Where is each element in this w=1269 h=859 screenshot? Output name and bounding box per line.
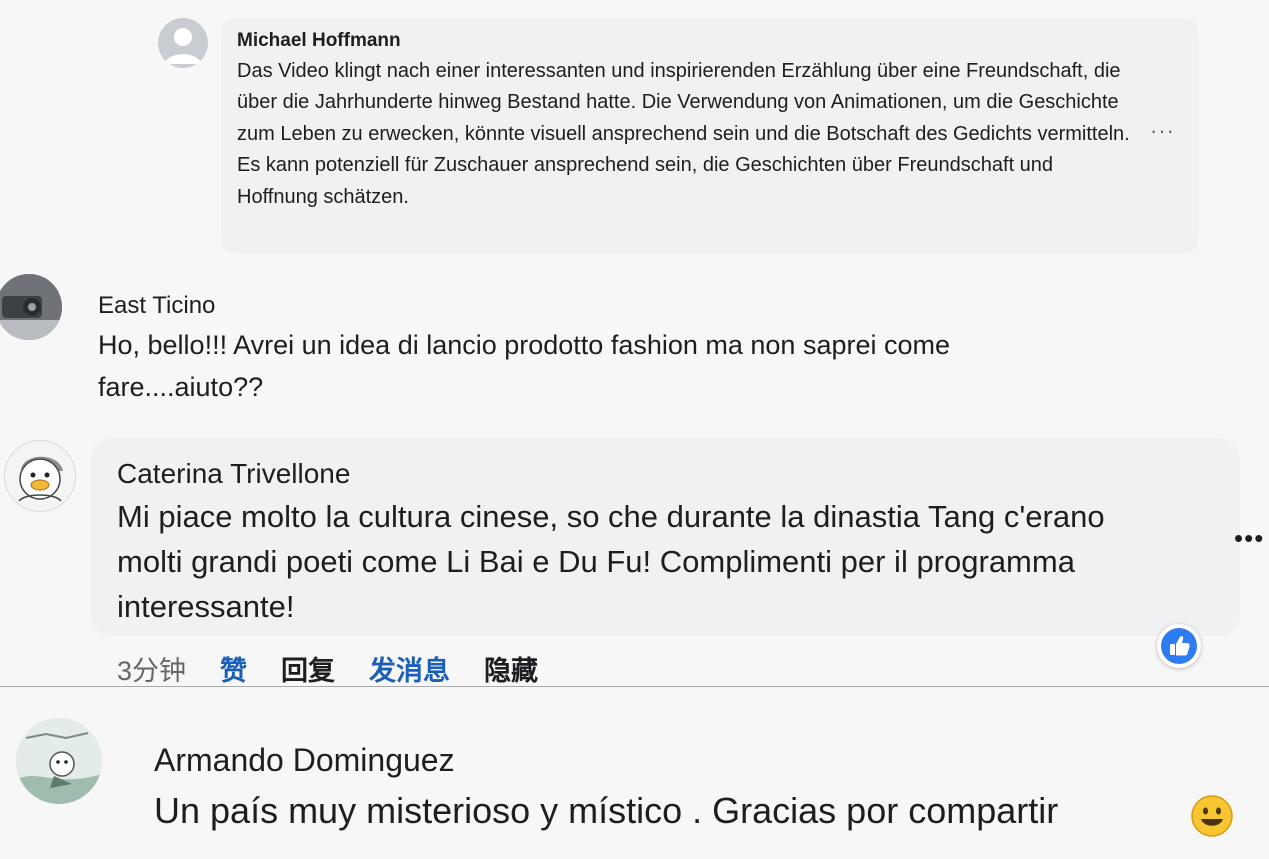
comment-text: Un país muy misterioso y místico . Graci…: [154, 790, 1059, 831]
comment-text: Ho, bello!!! Avrei un idea di lancio pro…: [98, 330, 951, 402]
comment-actions: 3分钟 赞 回复 发消息 隐藏: [117, 648, 538, 688]
avatar[interactable]: [4, 440, 76, 512]
hide-button[interactable]: 隐藏: [484, 649, 538, 688]
message-button[interactable]: 发消息: [369, 649, 450, 688]
comment-author[interactable]: East Ticino: [98, 292, 215, 320]
avatar[interactable]: [158, 18, 208, 68]
comment-author[interactable]: Caterina Trivellone: [117, 458, 350, 490]
more-options-button[interactable]: ···: [1150, 118, 1175, 144]
comment-author[interactable]: Michael Hoffmann: [237, 30, 401, 52]
comment-text: Das Video klingt nach einer interessante…: [237, 60, 1130, 208]
like-button[interactable]: 赞: [220, 649, 247, 688]
comment-timestamp[interactable]: 3分钟: [117, 649, 186, 688]
default-user-avatar-icon: [165, 28, 201, 64]
illustration-avatar-icon: [16, 718, 102, 804]
like-thumb-icon: [1161, 628, 1197, 664]
comment-text: Mi piace molto la cultura cinese, so che…: [117, 499, 1105, 624]
comment-author[interactable]: Armando Dominguez: [154, 742, 455, 779]
photo-avatar-icon: [0, 274, 62, 340]
reply-button[interactable]: 回复: [281, 649, 335, 688]
reaction-badge[interactable]: [1157, 624, 1201, 668]
smiley-emoji-icon: [1190, 794, 1234, 838]
cartoon-duck-avatar-icon: [5, 441, 75, 511]
avatar[interactable]: [0, 274, 62, 340]
more-options-button[interactable]: •••: [1234, 523, 1264, 554]
divider: [0, 686, 1269, 687]
avatar[interactable]: [16, 718, 102, 804]
